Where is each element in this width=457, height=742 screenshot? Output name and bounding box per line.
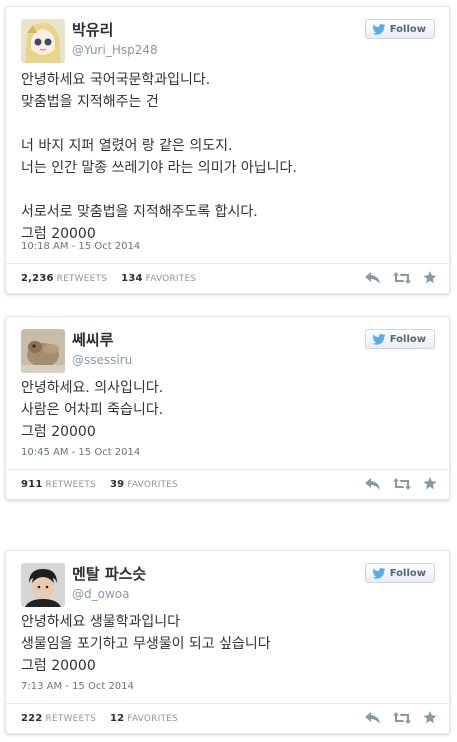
tweet-stats: 911 RETWEETS 39 FAVORITES: [21, 479, 178, 490]
tweet-line: 맞춤법을 지적해주는 건: [21, 94, 159, 110]
tweet-text: 안녕하세요 생물학과입니다 생물임을 포기하고 무생물이 되고 싶습니다 그럼 …: [21, 611, 271, 677]
user-handle[interactable]: @d_owoa: [72, 587, 129, 601]
tweet-actions: [365, 711, 437, 724]
tweet-line: [21, 179, 297, 201]
follow-label: Follow: [389, 23, 426, 35]
display-name[interactable]: 박유리: [72, 19, 113, 40]
timestamp[interactable]: 7:13 AM - 15 Oct 2014: [21, 681, 134, 692]
tweet-stats: 222 RETWEETS 12 FAVORITES: [21, 713, 178, 724]
favorite-star-icon[interactable]: [423, 271, 437, 284]
tweet-stats: 2,236 RETWEETS 134 FAVORITES: [21, 273, 196, 284]
follow-button[interactable]: Follow: [364, 563, 435, 583]
tweet-line: 그럼 20000: [21, 658, 96, 674]
reply-icon[interactable]: [365, 477, 381, 490]
retweets-label: RETWEETS: [56, 274, 108, 284]
retweet-icon[interactable]: [393, 711, 411, 724]
tweet-line: 안녕하세요 생물학과입니다: [21, 614, 181, 630]
tweet-line: 너는 인간 말종 쓰레기야 라는 의미가 아닙니다.: [21, 160, 297, 176]
divider: [6, 703, 449, 704]
reply-icon[interactable]: [365, 271, 381, 284]
divider: [6, 469, 449, 470]
twitter-bird-icon: [372, 333, 386, 345]
tweet-line: 서로서로 맞춤법을 지적해주도록 합시다.: [21, 204, 258, 220]
retweets-label: RETWEETS: [45, 480, 97, 490]
retweet-icon[interactable]: [393, 271, 411, 284]
twitter-bird-icon: [372, 23, 386, 35]
favorite-count[interactable]: 39: [110, 479, 124, 490]
follow-label: Follow: [389, 333, 426, 345]
favorites-label: FAVORITES: [145, 274, 197, 284]
favorite-count[interactable]: 134: [121, 273, 142, 284]
tweet-actions: [365, 477, 437, 490]
tweet-card: 쎄씨루 @ssessiru Follow 안녕하세요. 의사입니다. 사람은 어…: [5, 316, 450, 500]
avatar[interactable]: [21, 19, 65, 63]
user-handle[interactable]: @ssessiru: [72, 353, 132, 367]
tweet-actions: [365, 271, 437, 284]
follow-label: Follow: [389, 567, 426, 579]
tweet-card: 박유리 @Yuri_Hsp248 Follow 안녕하세요 국어국문학과입니다.…: [5, 6, 450, 294]
display-name[interactable]: 쎄씨루: [72, 329, 113, 350]
timestamp[interactable]: 10:18 AM - 15 Oct 2014: [21, 241, 140, 252]
retweet-count[interactable]: 911: [21, 479, 42, 490]
divider: [6, 263, 449, 264]
display-name[interactable]: 멘탈 파스슷: [72, 563, 146, 584]
twitter-bird-icon: [372, 567, 386, 579]
tweet-text: 안녕하세요 국어국문학과입니다. 맞춤법을 지적해주는 건 너 바지 지퍼 열렸…: [21, 69, 297, 245]
tweet-line: 안녕하세요 국어국문학과입니다.: [21, 72, 211, 88]
retweets-label: RETWEETS: [45, 714, 97, 724]
favorite-star-icon[interactable]: [423, 711, 437, 724]
tweet-line: [21, 113, 297, 135]
retweet-count[interactable]: 222: [21, 713, 42, 724]
avatar[interactable]: [21, 329, 65, 373]
tweet-text: 안녕하세요. 의사입니다. 사람은 어차피 죽습니다. 그럼 20000: [21, 377, 163, 443]
tweet-line: 너 바지 지퍼 열렸어 랑 같은 의도지.: [21, 138, 233, 154]
tweet-line: 그럼 20000: [21, 424, 96, 440]
user-handle[interactable]: @Yuri_Hsp248: [72, 43, 158, 57]
timestamp[interactable]: 10:45 AM - 15 Oct 2014: [21, 447, 140, 458]
favorite-star-icon[interactable]: [423, 477, 437, 490]
tweet-line: 생물임을 포기하고 무생물이 되고 싶습니다: [21, 636, 271, 652]
reply-icon[interactable]: [365, 711, 381, 724]
avatar[interactable]: [21, 563, 65, 607]
retweet-icon[interactable]: [393, 477, 411, 490]
retweet-count[interactable]: 2,236: [21, 273, 54, 284]
tweet-line: 사람은 어차피 죽습니다.: [21, 402, 164, 418]
favorites-label: FAVORITES: [127, 714, 178, 724]
follow-button[interactable]: Follow: [364, 19, 435, 39]
tweet-card: 멘탈 파스슷 @d_owoa Follow 안녕하세요 생물학과입니다 생물임을…: [5, 550, 450, 734]
favorite-count[interactable]: 12: [110, 713, 124, 724]
favorites-label: FAVORITES: [127, 480, 178, 490]
follow-button[interactable]: Follow: [364, 329, 435, 349]
tweet-line: 안녕하세요. 의사입니다.: [21, 380, 164, 396]
